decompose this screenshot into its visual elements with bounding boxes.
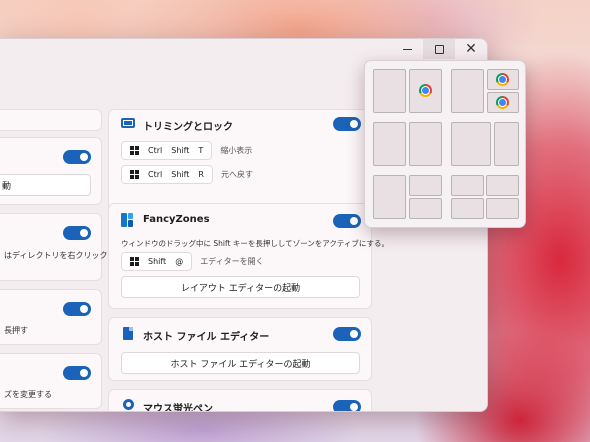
left-card-2: はディレクトリを右クリックし [0,213,115,281]
key-t: T [198,146,204,155]
maximize-icon [434,44,444,54]
title-bar-controls: ✕ [391,39,487,59]
left-card-4: ズを変更する [0,353,102,409]
snap-zone-6d[interactable] [486,198,519,219]
chrome-icon [419,84,432,97]
fancyzones-card: FancyZones ウィンドウのドラッグ中に Shift キーを長押ししてゾー… [108,203,389,309]
key-shift: Shift [171,170,190,179]
mouse-highlighter-card: マウス蛍光ペン [108,389,372,412]
mouse-highlighter-title: マウス蛍光ペン [143,404,213,412]
left-card-4-desc: ズを変更する [4,390,52,399]
shortcut-row-reparent: Ctrl Shift R 元へ戻す [121,165,253,184]
crop-and-lock-icon [121,118,135,128]
left-toggle-3[interactable] [63,302,91,316]
launch-hosts-editor-button[interactable]: ホスト ファイル エディターの起動 [121,352,360,374]
snap-zone-1b[interactable] [409,69,442,113]
minimize-icon [402,48,412,50]
left-card-3-desc: 長押す [4,326,28,335]
chrome-icon [496,96,509,109]
chrome-icon [496,73,509,86]
shortcut-row-editor: Shift @ エディターを開く [121,252,264,271]
snap-zone-2b[interactable] [487,69,519,90]
left-button-1[interactable]: 動 [0,174,91,196]
shortcut-label-editor: エディターを開く [200,257,264,266]
snap-zone-2a[interactable] [451,69,484,113]
left-toggle-2[interactable] [63,226,91,240]
mouse-highlighter-icon [123,399,134,410]
fancyzones-toggle[interactable] [333,214,361,228]
hosts-editor-card: ホスト ファイル エディター ホスト ファイル エディターの起動 [108,317,372,381]
left-card-2-desc: はディレクトリを右クリックし [4,251,116,260]
launch-layout-editor-button[interactable]: レイアウト エディターの起動 [121,276,360,298]
snap-zone-3a[interactable] [373,122,406,166]
snap-zone-5b[interactable] [409,175,442,196]
fancyzones-description: ウィンドウのドラッグ中に Shift キーを長押ししてゾーンをアクティブにする。 [121,239,389,248]
left-card-1: 動 [0,137,102,205]
close-button[interactable]: ✕ [455,39,487,59]
hosts-editor-title: ホスト ファイル エディター [143,332,270,343]
snap-layouts-flyout [364,60,526,228]
shortcut-keys-reparent[interactable]: Ctrl Shift R [121,165,213,184]
key-at: @ [175,257,184,266]
windows-key-icon [130,146,139,155]
shortcut-keys-editor[interactable]: Shift @ [121,252,193,271]
left-button-1-label: 動 [2,181,12,192]
snap-zone-4a[interactable] [451,122,491,166]
left-toggle-4[interactable] [63,366,91,380]
key-ctrl: Ctrl [148,146,163,155]
left-card-top [0,109,102,131]
crop-and-lock-toggle[interactable] [333,117,361,131]
snap-zone-6a[interactable] [451,175,484,196]
key-ctrl: Ctrl [148,170,163,179]
key-r: R [198,170,204,179]
windows-key-icon [130,257,139,266]
crop-and-lock-title: トリミングとロック [143,122,233,133]
key-shift: Shift [148,257,167,266]
mouse-highlighter-toggle[interactable] [333,400,361,411]
snap-zone-6c[interactable] [451,198,484,219]
hosts-editor-toggle[interactable] [333,327,361,341]
hosts-file-icon [123,327,133,340]
left-toggle-1[interactable] [63,150,91,164]
shortcut-label-thumbnail: 縮小表示 [220,146,253,155]
fancyzones-title: FancyZones [143,214,210,225]
maximize-button[interactable] [423,39,455,59]
shortcut-label-reparent: 元へ戻す [220,170,253,179]
snap-zone-5c[interactable] [409,198,442,219]
fancyzones-icon [121,213,133,227]
shortcut-keys-thumbnail[interactable]: Ctrl Shift T [121,141,213,160]
minimize-button[interactable] [391,39,423,59]
snap-zone-3b[interactable] [409,122,442,166]
windows-key-icon [130,170,139,179]
snap-zone-6b[interactable] [486,175,519,196]
shortcut-row-thumbnail: Ctrl Shift T 縮小表示 [121,141,252,160]
snap-zone-5a[interactable] [373,175,406,219]
left-card-3: 長押す [0,289,102,345]
key-shift: Shift [171,146,190,155]
snap-zone-1a[interactable] [373,69,406,113]
close-icon: ✕ [465,41,477,57]
snap-zone-2c[interactable] [487,92,519,113]
snap-zone-4b[interactable] [494,122,519,166]
